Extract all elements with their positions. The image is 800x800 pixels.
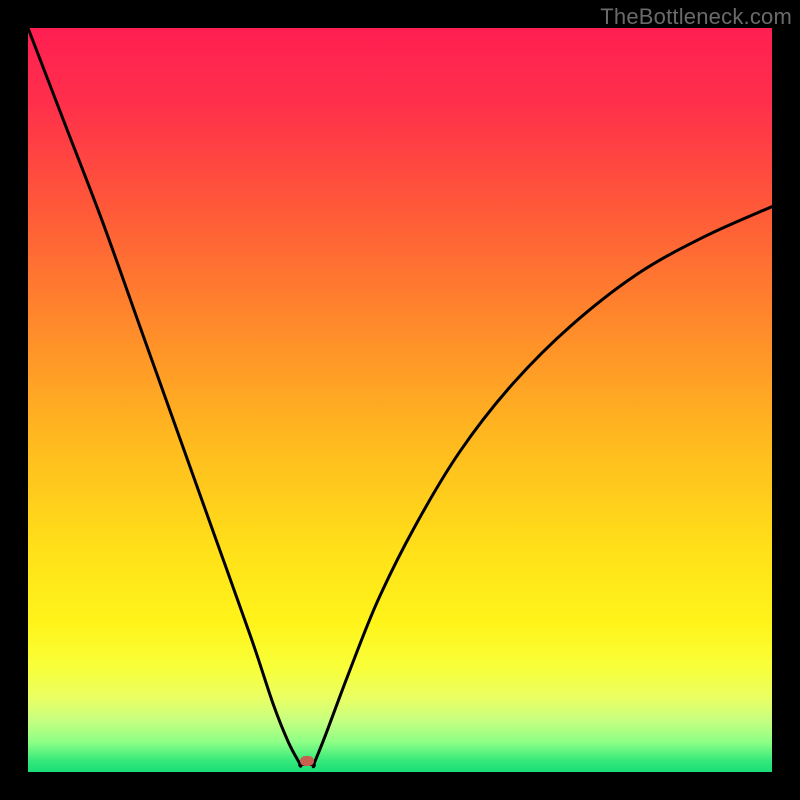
bottleneck-curve <box>28 28 772 767</box>
curve-layer <box>28 28 772 772</box>
watermark-text: TheBottleneck.com <box>600 4 792 30</box>
chart-container: TheBottleneck.com <box>0 0 800 800</box>
plot-area <box>28 28 772 772</box>
optimum-marker <box>300 756 314 766</box>
